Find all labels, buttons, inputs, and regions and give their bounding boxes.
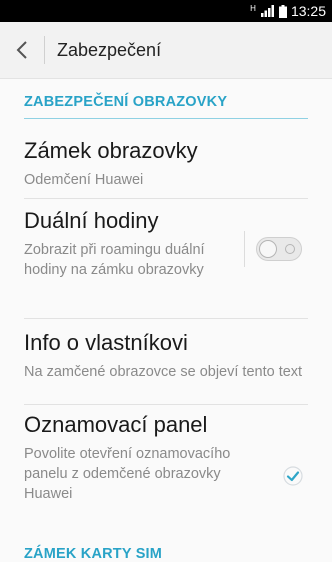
item-subtitle: Povolite otevření oznamovacího panelu z … — [24, 446, 231, 502]
dual-clock-toggle[interactable] — [256, 237, 302, 261]
app-bar: Zabezpečení — [0, 22, 332, 79]
signal-strength-icon — [260, 5, 275, 17]
battery-icon — [278, 4, 287, 18]
toggle-separator — [244, 231, 245, 267]
list-item-notification-panel[interactable]: Oznamovací panel Povolite otevření oznam… — [24, 412, 239, 504]
toggle-off-indicator — [285, 244, 295, 254]
divider — [24, 404, 308, 405]
section-header-sim-lock: ZÁMEK KARTY SIM — [24, 546, 163, 562]
divider — [24, 198, 308, 199]
item-title: Zámek obrazovky — [24, 138, 198, 163]
list-item-screen-lock[interactable]: Zámek obrazovky Odemčení Huawei — [24, 138, 314, 190]
item-title: Duální hodiny — [24, 208, 159, 233]
chevron-left-icon[interactable] — [0, 22, 44, 78]
item-subtitle: Na zamčené obrazovce se objeví tento tex… — [24, 364, 303, 380]
clock: 13:25 — [290, 3, 326, 19]
list-item-dual-clock[interactable]: Duální hodiny Zobrazit při roamingu duál… — [24, 208, 239, 280]
toggle-knob — [259, 240, 277, 258]
app-bar-divider — [44, 36, 45, 64]
divider — [24, 318, 308, 319]
notification-panel-checkbox[interactable] — [283, 466, 303, 486]
section-header-screen-security: ZABEZPEČENÍ OBRAZOVKY — [24, 94, 308, 119]
list-item-owner-info[interactable]: Info o vlastníkovi Na zamčené obrazovce … — [24, 330, 314, 382]
item-title: Oznamovací panel — [24, 412, 208, 437]
item-subtitle: Zobrazit při roamingu duální hodiny na z… — [24, 242, 205, 278]
page-title: Zabezpečení — [57, 39, 162, 60]
item-subtitle: Odemčení Huawei — [24, 172, 144, 188]
status-bar: H 13:25 — [0, 0, 332, 22]
network-type-indicator: H — [250, 3, 256, 13]
item-title: Info o vlastníkovi — [24, 330, 188, 355]
